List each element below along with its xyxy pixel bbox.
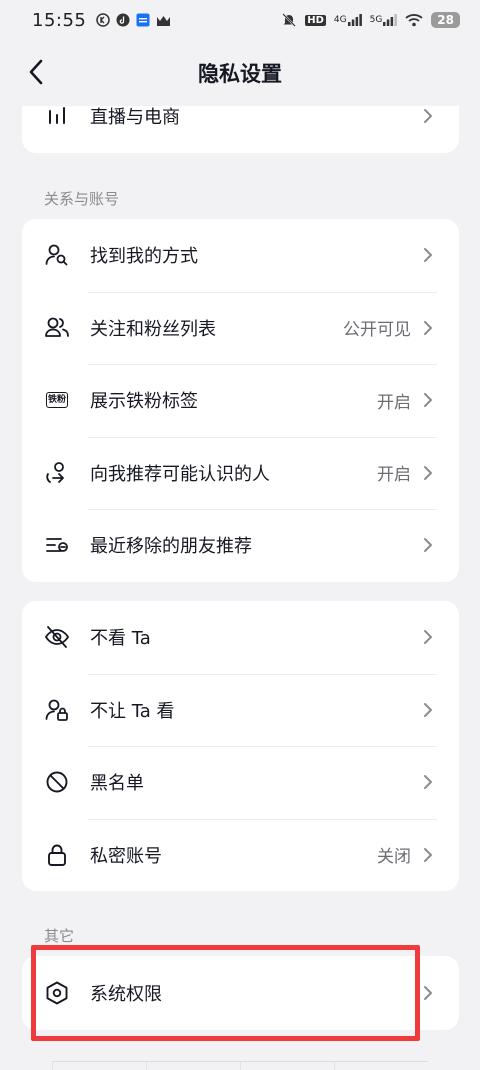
lock-icon [44, 842, 70, 868]
row-label: 向我推荐可能认识的人 [90, 463, 270, 485]
chevron-right-icon [423, 701, 435, 719]
chevron-right-icon [423, 319, 435, 337]
row-label: 找到我的方式 [90, 246, 198, 268]
back-button[interactable] [18, 54, 54, 90]
section-title-other: 其它 [44, 927, 75, 945]
row-follow-fans-list[interactable]: 关注和粉丝列表 公开可见 [22, 291, 459, 365]
chevron-right-icon [423, 464, 435, 482]
nav-bar: 隐私设置 [0, 40, 480, 106]
chevron-right-icon [423, 246, 435, 264]
bar-chart-icon [44, 106, 70, 129]
battery-indicator: 28 [431, 12, 460, 28]
bottom-toolbar-edge [52, 1061, 428, 1070]
signal-5g-icon: 5G [370, 14, 398, 26]
row-label: 关注和粉丝列表 [90, 318, 216, 340]
blocked-icon [44, 769, 70, 795]
row-system-permissions[interactable]: 系统权限 [22, 956, 459, 1030]
relations-card: 找到我的方式 关注和粉丝列表 公开可见 铁粉 展示铁粉标签 开启 向我推荐可能认… [22, 219, 459, 582]
chevron-right-icon [423, 107, 435, 125]
row-label: 直播与电商 [90, 107, 180, 129]
page-title: 隐私设置 [198, 62, 282, 86]
crown-app-icon [156, 14, 171, 27]
bell-off-icon [281, 12, 297, 28]
wifi-icon [405, 13, 423, 27]
other-card: 系统权限 [22, 956, 459, 1030]
person-lock-icon [44, 697, 70, 723]
row-recommend-people[interactable]: 向我推荐可能认识的人 开启 [22, 436, 459, 510]
row-value: 关闭 [377, 847, 411, 868]
chevron-right-icon [423, 536, 435, 554]
chevron-right-icon [423, 628, 435, 646]
row-value: 开启 [377, 465, 411, 486]
people-icon [44, 315, 70, 341]
row-dont-see-ta[interactable]: 不看 Ta [22, 601, 459, 674]
top-card: 直播与电商 [22, 106, 459, 153]
recommend-person-icon [44, 460, 70, 486]
row-tiefen-badge[interactable]: 铁粉 展示铁粉标签 开启 [22, 364, 459, 437]
zhihu-app-icon [136, 13, 150, 27]
row-find-me[interactable]: 找到我的方式 [22, 219, 459, 292]
tiefen-badge-text: 铁粉 [45, 392, 68, 409]
settings-list[interactable]: 直播与电商 关系与账号 找到我的方式 关注和粉丝列表 公开可见 铁粉 展示铁粉标… [0, 106, 480, 1070]
chevron-right-icon [423, 846, 435, 864]
row-label: 私密账号 [90, 845, 162, 867]
row-private-account[interactable]: 私密账号 关闭 [22, 818, 459, 892]
row-label: 不看 Ta [90, 628, 151, 650]
status-bar: 15:55 HD 4G 5G 28 [0, 0, 480, 40]
removed-list-icon [44, 532, 70, 558]
chevron-right-icon [423, 773, 435, 791]
hexagon-settings-icon [44, 980, 70, 1006]
k-app-icon [96, 13, 111, 27]
row-value: 公开可见 [343, 320, 411, 341]
person-search-icon [44, 242, 70, 268]
signal-4g-icon: 4G [334, 14, 362, 26]
section-title-relations: 关系与账号 [44, 190, 120, 208]
row-removed-recommendations[interactable]: 最近移除的朋友推荐 [22, 509, 459, 582]
signal-5g-label: 5G [369, 15, 383, 25]
chevron-right-icon [423, 984, 435, 1002]
visibility-card: 不看 Ta 不让 Ta 看 黑名单 私密账号 关闭 [22, 601, 459, 891]
row-live-commerce[interactable]: 直播与电商 [22, 106, 459, 153]
status-time: 15:55 [32, 9, 87, 31]
row-blacklist[interactable]: 黑名单 [22, 746, 459, 819]
row-label: 最近移除的朋友推荐 [90, 536, 252, 558]
row-label: 系统权限 [90, 984, 162, 1005]
tiefen-badge-icon: 铁粉 [44, 387, 70, 413]
row-dont-let-ta-see[interactable]: 不让 Ta 看 [22, 673, 459, 747]
chevron-right-icon [423, 391, 435, 409]
tiktok-app-icon [116, 13, 130, 27]
signal-4g-label: 4G [333, 15, 347, 25]
row-value: 开启 [377, 392, 411, 413]
row-label: 黑名单 [90, 773, 144, 795]
hd-icon: HD [305, 14, 326, 26]
row-label: 不让 Ta 看 [90, 700, 175, 722]
chevron-left-icon [29, 59, 43, 85]
eye-off-icon [44, 624, 70, 650]
row-label: 展示铁粉标签 [90, 391, 198, 413]
